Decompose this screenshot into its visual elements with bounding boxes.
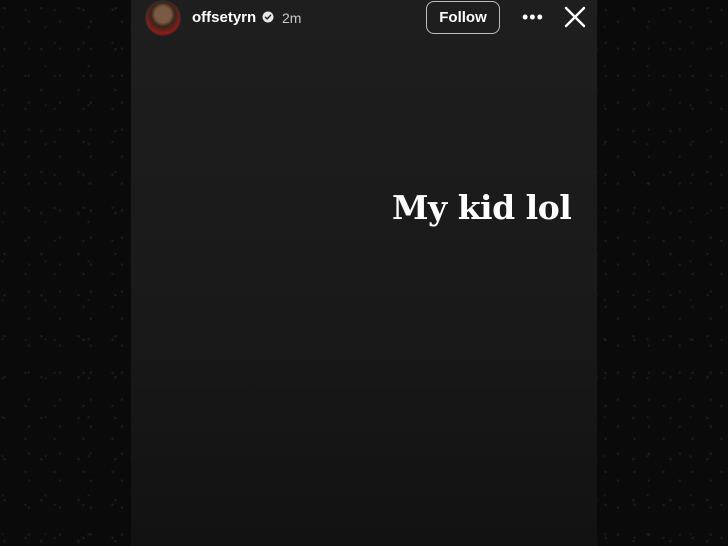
username[interactable]: offsetyrn: [192, 9, 256, 26]
close-icon[interactable]: [563, 5, 587, 29]
verified-badge-icon: [262, 11, 274, 23]
more-options-icon[interactable]: •••: [522, 8, 543, 26]
avatar[interactable]: [145, 0, 181, 36]
story-header: offsetyrn 2m Follow •••: [131, 0, 597, 40]
story-viewer[interactable]: offsetyrn 2m Follow ••• My kid lol: [131, 0, 597, 546]
follow-button[interactable]: Follow: [426, 1, 500, 34]
story-caption: My kid lol: [392, 188, 572, 227]
story-timestamp: 2m: [282, 10, 302, 26]
